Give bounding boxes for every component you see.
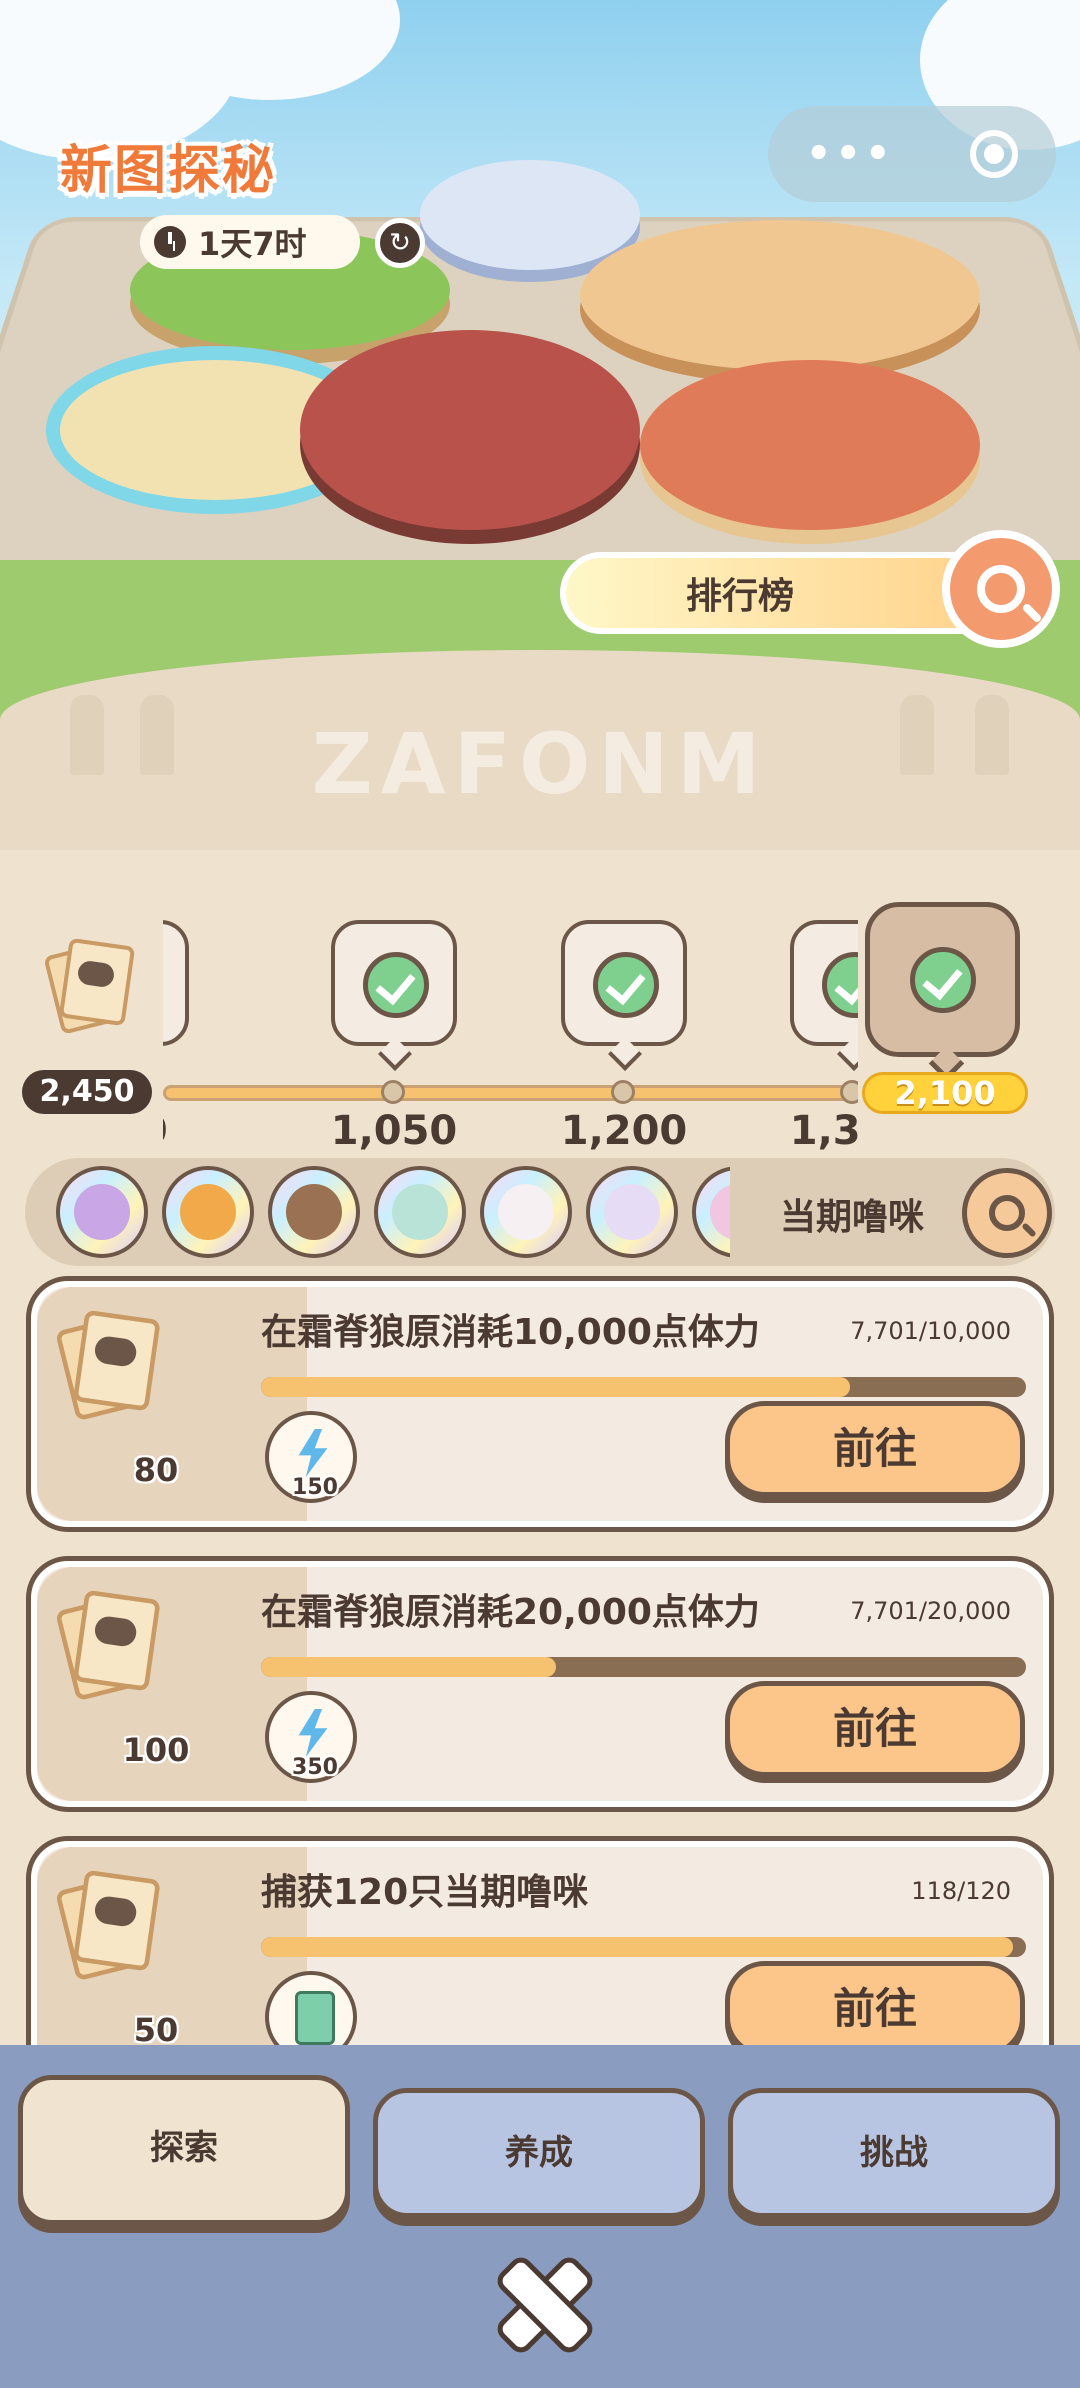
task-progress-bar	[261, 1377, 1026, 1397]
clock-icon	[154, 226, 186, 258]
close-miniprogram-icon[interactable]	[970, 130, 1019, 178]
task-progress-text: 7,701/20,000	[850, 1597, 1011, 1625]
fence-post	[975, 695, 1009, 775]
close-button[interactable]	[495, 2255, 585, 2345]
task-title: 在霜脊狼原消耗20,000点体力	[261, 1592, 760, 1633]
creature-search-icon[interactable]	[962, 1168, 1052, 1258]
reward-item[interactable]: 350	[265, 1691, 357, 1783]
snow-island	[420, 160, 640, 270]
reward-amount: 150	[292, 1475, 338, 1500]
fence-post	[70, 695, 104, 775]
fence-post	[900, 695, 934, 775]
milestone-node[interactable]: 1,350	[790, 920, 858, 1150]
ticket-icon	[54, 1589, 161, 1702]
milestone-node[interactable]: 900	[163, 920, 189, 1150]
current-milestone-badge: 2,100	[862, 1072, 1028, 1114]
event-timer: 1天7时	[140, 215, 360, 269]
milestone-label: 1,200	[560, 1108, 688, 1150]
task-list[interactable]: 80 在霜脊狼原消耗10,000点体力 7,701/10,000 150 前往 …	[0, 1270, 1080, 2045]
go-button[interactable]: 前往	[725, 1961, 1025, 2045]
page-title: 新图探秘	[60, 141, 277, 201]
canyon-island	[640, 360, 980, 530]
creature-avatar-pink[interactable]	[692, 1166, 730, 1258]
current-creatures-label[interactable]: 当期噜咪	[780, 1188, 924, 1240]
lightning-icon	[298, 1709, 328, 1757]
milestone-node[interactable]: 1,200	[561, 920, 687, 1150]
ticket-icon	[54, 1869, 161, 1982]
check-icon	[910, 947, 976, 1013]
lightning-icon	[298, 1429, 328, 1477]
milestone-node[interactable]: 1,050	[331, 920, 457, 1150]
card-icon	[295, 1991, 335, 2045]
timer-text: 1天7时	[198, 225, 307, 263]
map-header: 新图探秘 1天7时 ↻ ••• 排行榜	[0, 0, 1080, 720]
check-icon	[363, 952, 429, 1018]
task-progress-text: 7,701/10,000	[850, 1317, 1011, 1345]
go-button[interactable]: 前往	[725, 1681, 1025, 1777]
ranking-search-icon[interactable]	[942, 530, 1060, 648]
task-progress-bar	[261, 1937, 1026, 1957]
task-title: 在霜脊狼原消耗10,000点体力	[261, 1312, 760, 1353]
creature-avatar-deer[interactable]	[56, 1166, 148, 1258]
total-points-badge: 2,450	[22, 1070, 152, 1114]
task-progress-bar	[261, 1657, 1026, 1677]
ticket-count: 100	[122, 1731, 190, 1769]
tab-develop[interactable]: 养成	[373, 2088, 705, 2218]
banner-logo: ZAFONM	[311, 715, 769, 813]
ticket-icon	[54, 1309, 161, 1422]
go-button[interactable]: 前往	[725, 1401, 1025, 1497]
reward-item[interactable]: 150	[265, 1411, 357, 1503]
desert-island	[580, 220, 980, 370]
check-icon	[822, 952, 858, 1018]
milestone-label: 1,350	[789, 1108, 858, 1150]
task-card: 50 捕获120只当期噜咪 118/120 前往	[26, 1836, 1054, 2045]
creature-avatar-owl[interactable]	[268, 1166, 360, 1258]
miniprogram-capsule: •••	[768, 106, 1056, 202]
creature-avatar-sheep[interactable]	[374, 1166, 466, 1258]
task-title: 捕获120只当期噜咪	[261, 1872, 589, 1913]
task-card: 80 在霜脊狼原消耗10,000点体力 7,701/10,000 150 前往	[26, 1276, 1054, 1532]
reward-amount: 350	[292, 1755, 338, 1780]
ticket-count: 50	[133, 2011, 179, 2045]
creature-avatar-hamster[interactable]	[162, 1166, 254, 1258]
creature-avatar-mouse[interactable]	[480, 1166, 572, 1258]
ticket-count: 80	[133, 1451, 179, 1489]
milestone-label: 900	[163, 1108, 229, 1150]
fence-post	[140, 695, 174, 775]
task-card: 100 在霜脊狼原消耗20,000点体力 7,701/20,000 350 前往	[26, 1556, 1054, 1812]
track-line	[163, 1085, 858, 1101]
ticket-icon	[43, 937, 136, 1035]
refresh-icon[interactable]: ↻	[375, 218, 425, 268]
creature-list[interactable]	[30, 1162, 730, 1262]
milestone-label: 1,050	[330, 1108, 458, 1150]
more-icon[interactable]: •••	[806, 131, 895, 177]
tab-explore[interactable]: 探索	[18, 2075, 350, 2225]
check-icon	[593, 952, 659, 1018]
magnifier-icon	[989, 1195, 1025, 1231]
creature-avatar-fluffy[interactable]	[586, 1166, 678, 1258]
milestone-track[interactable]: 900 1,050 1,200 1,350	[163, 920, 858, 1150]
current-milestone-node[interactable]	[865, 902, 1020, 1057]
ranking-label: 排行榜	[685, 576, 794, 617]
task-progress-text: 118/120	[911, 1877, 1011, 1905]
ranking-button[interactable]: 排行榜	[560, 552, 1000, 634]
tab-challenge[interactable]: 挑战	[728, 2088, 1060, 2218]
volcano-island	[300, 330, 640, 530]
magnifier-icon	[977, 565, 1025, 613]
